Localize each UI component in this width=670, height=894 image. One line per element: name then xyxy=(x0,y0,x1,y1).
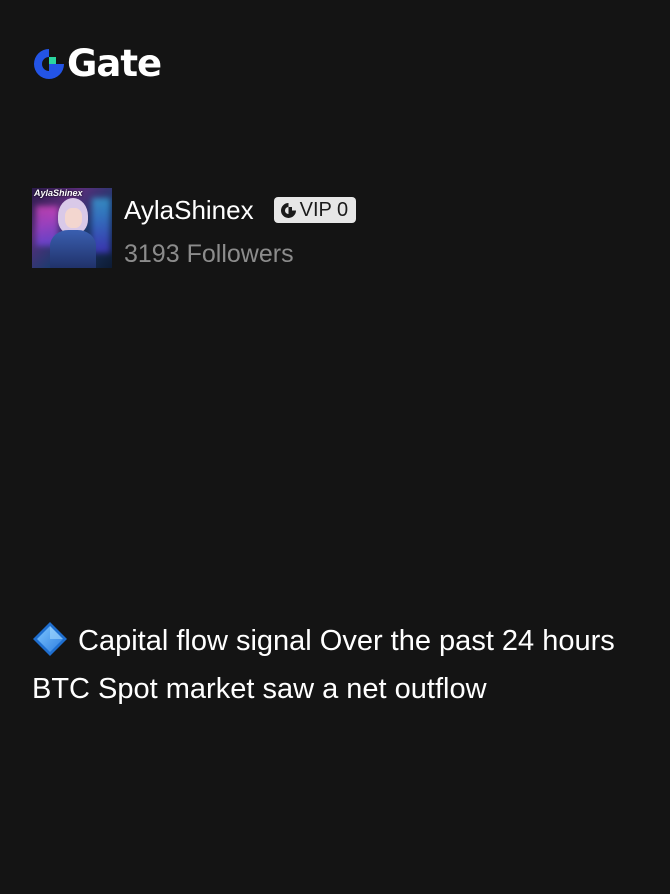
post-text: Capital flow signal Over the past 24 hou… xyxy=(32,617,638,713)
post-body: Capital flow signal Over the past 24 hou… xyxy=(32,625,615,705)
author-profile: AylaShinex AylaShinex VIP 0 3193 Followe… xyxy=(32,188,357,276)
followers-label: Followers xyxy=(186,240,294,268)
blue-diamond-icon xyxy=(33,622,67,656)
followers: 3193 Followers xyxy=(124,232,356,276)
gate-badge-icon xyxy=(280,202,296,218)
username[interactable]: AylaShinex xyxy=(124,188,254,232)
avatar-caption: AylaShinex xyxy=(34,188,83,198)
followers-count: 3193 xyxy=(124,240,180,268)
vip-badge: VIP 0 xyxy=(273,197,357,223)
gate-logo[interactable]: Gate xyxy=(32,42,162,85)
name-row: AylaShinex VIP 0 xyxy=(124,188,357,232)
vip-level: VIP 0 xyxy=(299,199,349,221)
brand-name: Gate xyxy=(67,42,162,85)
gate-logo-icon xyxy=(34,49,64,79)
profile-info: AylaShinex VIP 0 3193 Followers xyxy=(124,188,357,276)
avatar[interactable]: AylaShinex xyxy=(32,188,112,268)
